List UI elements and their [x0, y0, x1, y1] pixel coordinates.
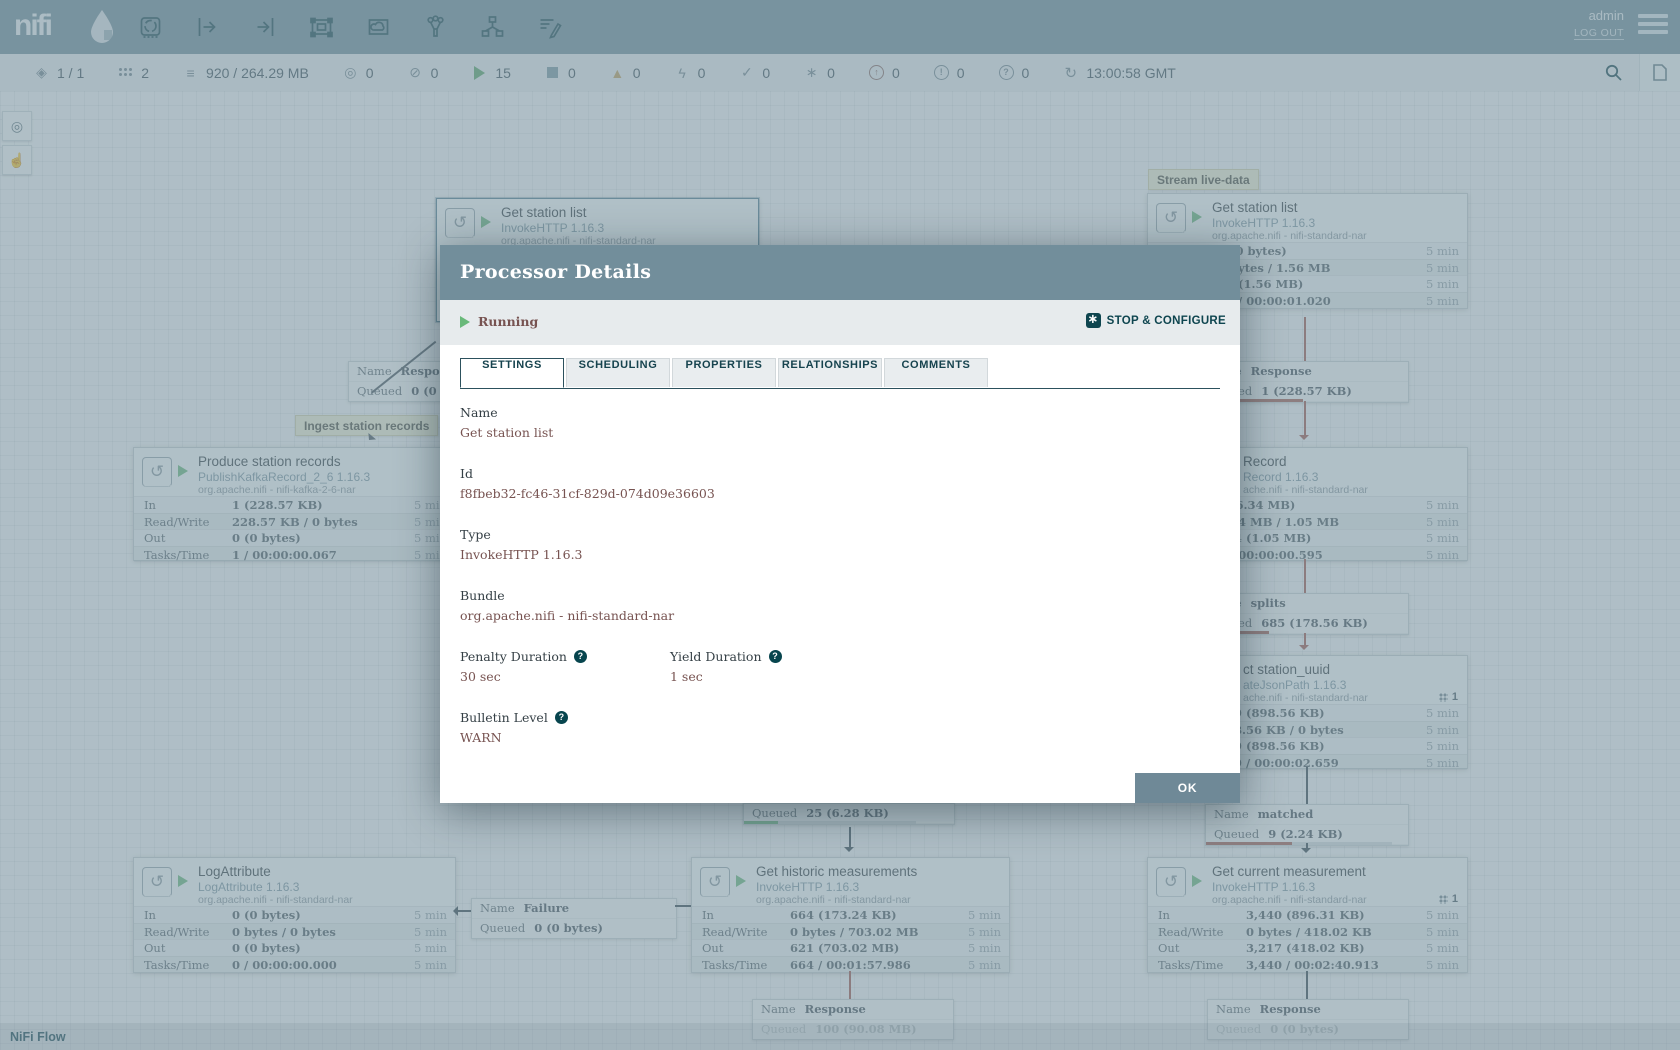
- bundle-label: Bundle: [460, 588, 1220, 603]
- type-value: InvokeHTTP 1.16.3: [460, 547, 1220, 562]
- penalty-duration-value: 30 sec: [460, 669, 670, 684]
- bundle-value: org.apache.nifi - nifi-standard-nar: [460, 608, 1220, 623]
- help-icon[interactable]: ?: [769, 650, 782, 663]
- processor-details-dialog: Processor Details Running ∗ STOP & CONFI…: [440, 245, 1240, 803]
- ok-button[interactable]: OK: [1135, 773, 1240, 803]
- bulletin-level-label: Bulletin Level?: [460, 710, 1220, 725]
- dialog-title: Processor Details: [440, 245, 1240, 300]
- tab-scheduling[interactable]: SCHEDULING: [566, 358, 670, 387]
- tab-comments[interactable]: COMMENTS: [884, 358, 988, 387]
- name-label: Name: [460, 405, 1220, 420]
- stop-and-configure-button[interactable]: ∗ STOP & CONFIGURE: [1086, 313, 1226, 328]
- dialog-tabs: SETTINGSSCHEDULINGPROPERTIESRELATIONSHIP…: [460, 358, 1220, 389]
- field-penalty-duration: Penalty Duration? 30 sec: [460, 649, 670, 684]
- field-yield-duration: Yield Duration? 1 sec: [670, 649, 782, 684]
- dialog-status-row: Running ∗ STOP & CONFIGURE: [440, 300, 1240, 345]
- yield-duration-label: Yield Duration?: [670, 649, 782, 664]
- tab-settings[interactable]: SETTINGS: [460, 358, 564, 388]
- field-bundle: Bundle org.apache.nifi - nifi-standard-n…: [460, 588, 1220, 623]
- name-value: Get station list: [460, 425, 1220, 440]
- field-name: Name Get station list: [460, 405, 1220, 440]
- yield-duration-value: 1 sec: [670, 669, 782, 684]
- id-label: Id: [460, 466, 1220, 481]
- tab-properties[interactable]: PROPERTIES: [672, 358, 776, 387]
- run-status-text: Running: [478, 314, 538, 329]
- field-bulletin-level: Bulletin Level? WARN: [460, 710, 1220, 745]
- gear-icon: ∗: [1086, 313, 1101, 328]
- field-id: Id f8fbeb32-fc46-31cf-829d-074d09e36603: [460, 466, 1220, 501]
- tab-relationships[interactable]: RELATIONSHIPS: [778, 358, 882, 387]
- type-label: Type: [460, 527, 1220, 542]
- id-value: f8fbeb32-fc46-31cf-829d-074d09e36603: [460, 486, 1220, 501]
- bulletin-level-value: WARN: [460, 730, 1220, 745]
- field-type: Type InvokeHTTP 1.16.3: [460, 527, 1220, 562]
- running-icon: [460, 316, 470, 328]
- help-icon[interactable]: ?: [555, 711, 568, 724]
- penalty-duration-label: Penalty Duration?: [460, 649, 670, 664]
- help-icon[interactable]: ?: [574, 650, 587, 663]
